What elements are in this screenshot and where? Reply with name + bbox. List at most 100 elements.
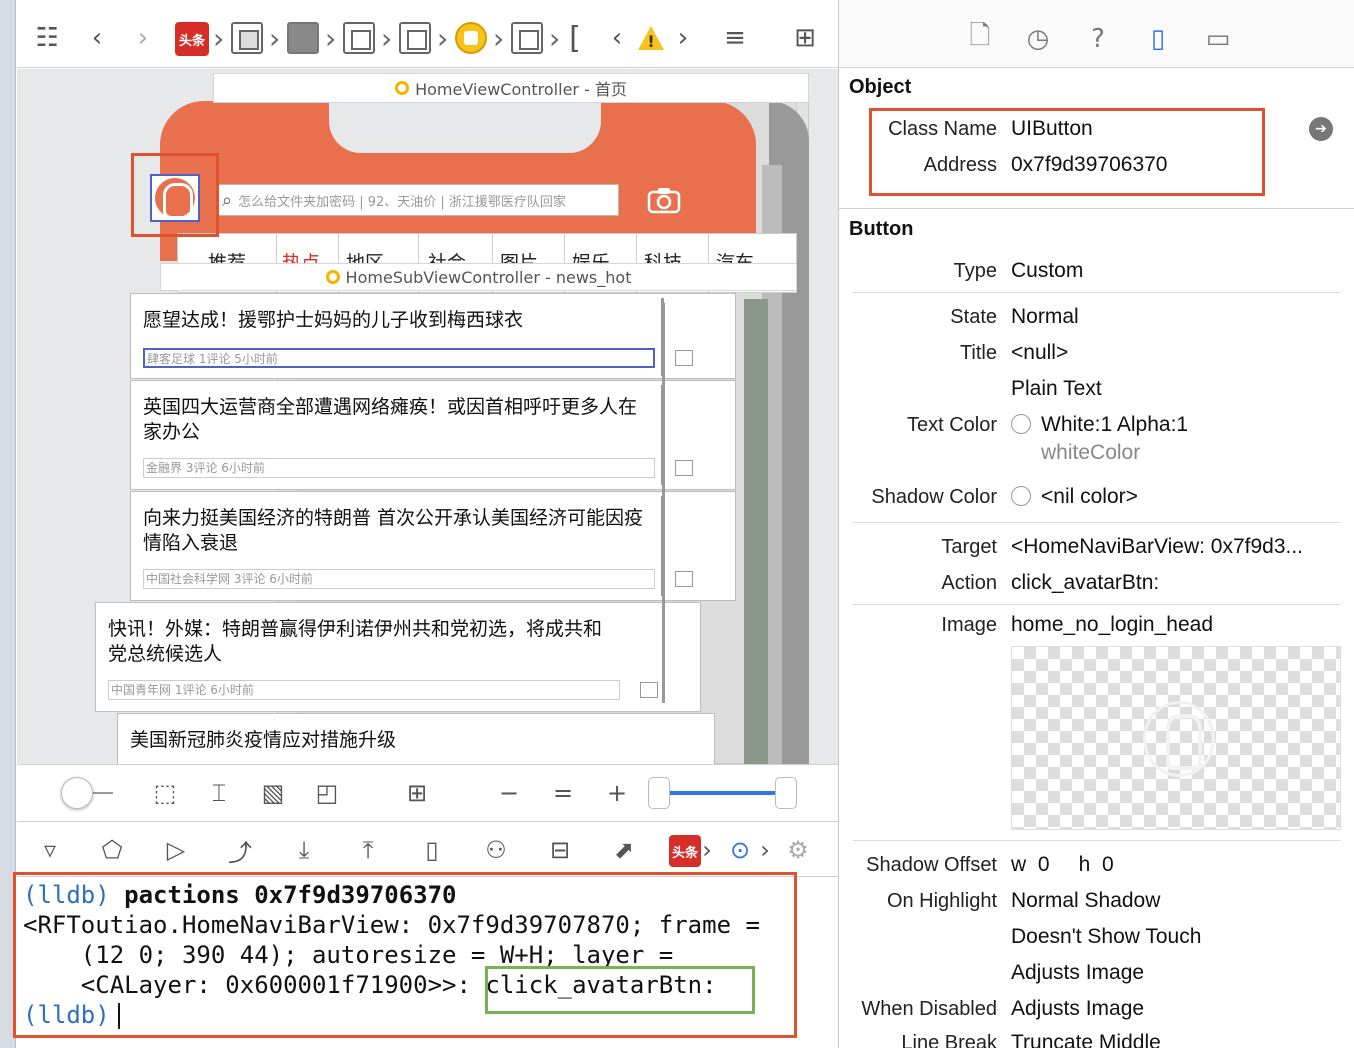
size-inspector-icon[interactable]: ▭ xyxy=(1201,22,1235,56)
warning-icon[interactable]: ! xyxy=(633,20,669,56)
add-editor-icon[interactable]: ⊞ xyxy=(787,20,823,56)
news-cell[interactable]: 英国四大运营商全部遭遇网络瘫痪！或因首相呼吁更多人在 家办公 金融界 3评论 6… xyxy=(130,380,736,490)
search-bar[interactable]: ⌕ 怎么给文件夹加密码 | 92、天油价 | 浙江援鄂医疗队回家 xyxy=(217,184,619,216)
document-items-icon[interactable]: ≡ xyxy=(717,20,753,56)
console-text: <CALayer: 0x600001f71900>>: xyxy=(23,971,486,999)
crumb-separator-icon: › xyxy=(325,21,337,55)
crumb-separator-icon: › xyxy=(760,836,770,864)
crumb-view-controller-icon[interactable] xyxy=(455,22,487,54)
debug-view-hierarchy-icon[interactable]: ▯ xyxy=(415,834,449,866)
object-inspector-icon[interactable]: ▯ xyxy=(1141,22,1175,56)
news-cell[interactable]: 向来力挺美国经济的特朗普 首次公开承认美国经济可能因疫 情陷入衰退 中国社会科学… xyxy=(130,491,736,601)
forward-chevron-icon[interactable]: › xyxy=(125,20,161,56)
show-clipped-icon[interactable]: ⬚ xyxy=(149,777,181,809)
state-value: Normal xyxy=(1011,305,1079,328)
news-cell[interactable]: 美国新冠肺炎疫情应对措施升级 xyxy=(117,713,715,764)
dislike-button[interactable] xyxy=(640,682,658,698)
crumb-separator-icon: › xyxy=(269,21,281,55)
app-icon[interactable]: 头条 xyxy=(175,22,209,56)
address-value: 0x7f9d39706370 xyxy=(1011,153,1168,176)
simulate-location-icon[interactable]: ⬈ xyxy=(607,834,641,866)
news-title: 英国四大运营商全部遭遇网络瘫痪！或因首相呼吁更多人在 家办公 xyxy=(143,396,638,443)
section-divider xyxy=(839,208,1354,209)
zoom-out-icon[interactable]: − xyxy=(493,777,525,809)
frame-gear-icon[interactable]: ⚙ xyxy=(781,834,815,866)
file-inspector-icon[interactable]: 🗋 xyxy=(963,21,997,56)
range-slider-max-handle[interactable] xyxy=(775,777,797,809)
crumb-separator-icon: › xyxy=(437,21,449,55)
step-over-icon[interactable]: ⤴ xyxy=(223,834,257,867)
dislike-button[interactable] xyxy=(675,350,693,366)
image-value: home_no_login_head xyxy=(1011,613,1214,636)
view-controller-icon xyxy=(395,81,410,95)
news-meta: 中国青年网 1评论 6小时前 xyxy=(108,680,620,700)
news-title: 美国新冠肺炎疫情应对措施升级 xyxy=(130,729,397,751)
change-canvas-bg-icon[interactable]: ◰ xyxy=(311,777,343,809)
news-cell[interactable]: 快讯！外媒：特朗普赢得伊利诺伊州共和党初选，将成共和 党总统候选人 中国青年网 … xyxy=(95,303,701,712)
news-cell[interactable]: 愿望达成！援鄂护士妈妈的儿子收到梅西球衣 肆客足球 1评论 5小时前 xyxy=(130,293,736,379)
class-name-label: Class Name xyxy=(888,118,997,140)
actual-size-icon[interactable]: = xyxy=(547,777,579,809)
news-meta: 中国社会科学网 3评论 6小时前 xyxy=(143,569,655,589)
show-constraints-icon[interactable]: ⌶ xyxy=(203,777,235,809)
crumb-view-icon[interactable] xyxy=(343,22,375,54)
home-vc-label: HomeViewController - 首页 xyxy=(213,73,809,103)
crumb-view-icon[interactable] xyxy=(287,22,319,54)
row-divider xyxy=(853,292,1341,293)
layer-content-strip[interactable] xyxy=(744,299,768,764)
lldb-console[interactable]: (lldb) pactions 0x7f9d39706370 <RFToutia… xyxy=(13,872,838,1048)
address-label: Address xyxy=(923,154,997,176)
crumb-view-icon[interactable] xyxy=(399,22,431,54)
text-color-value: White:1 Alpha:1 xyxy=(1011,413,1188,437)
camera-icon xyxy=(647,188,681,214)
next-issue-icon[interactable]: › xyxy=(665,20,701,56)
dislike-button[interactable] xyxy=(675,571,693,587)
crumb-truncated-icon[interactable]: [ xyxy=(557,20,593,56)
object-inspector: 🗋 ◷ ? ▯ ▭ Object Class Name UIButton ➔ A… xyxy=(838,0,1354,1048)
step-into-icon[interactable]: ⤓ xyxy=(287,834,321,866)
button-section-title: Button xyxy=(849,218,914,240)
orient-3d-icon[interactable]: ⊞ xyxy=(401,777,433,809)
crumb-window-icon[interactable] xyxy=(231,22,263,54)
range-slider-min-handle[interactable] xyxy=(648,777,670,809)
on-highlight-value-2: Doesn't Show Touch xyxy=(1011,925,1202,948)
app-icon[interactable]: 头条 xyxy=(669,835,701,867)
hide-debug-area-icon[interactable]: ▿ xyxy=(33,834,67,866)
shadow-offset-value: w 0 h 0 xyxy=(1011,853,1114,876)
environment-overrides-icon[interactable]: ⊟ xyxy=(543,834,577,866)
zoom-in-icon[interactable]: + xyxy=(601,777,633,809)
dislike-button[interactable] xyxy=(675,460,693,476)
continue-icon[interactable]: ▷ xyxy=(159,834,193,866)
spacing-slider-knob[interactable] xyxy=(61,777,93,809)
action-value: click_avatarBtn: xyxy=(1011,571,1160,594)
step-out-icon[interactable]: ⤒ xyxy=(351,834,385,866)
lldb-command: pactions 0x7f9d39706370 xyxy=(109,881,457,909)
nil-swatch-icon xyxy=(1011,486,1031,506)
breakpoints-toggle-icon[interactable]: ⬠ xyxy=(95,834,129,866)
thread-icon[interactable]: ⊙ xyxy=(723,834,757,866)
when-disabled-label: When Disabled xyxy=(861,998,997,1020)
line-break-label: Line Break xyxy=(901,1032,997,1048)
target-label: Target xyxy=(941,536,997,558)
warning-triangle-icon: ! xyxy=(638,26,664,51)
history-inspector-icon[interactable]: ◷ xyxy=(1021,22,1055,56)
related-items-icon[interactable]: ☷ xyxy=(29,20,65,56)
adjust-view-mode-icon[interactable]: ▧ xyxy=(257,777,289,809)
shadow-offset-label: Shadow Offset xyxy=(866,854,997,876)
xcode-window: ☷ ‹ › 头条 › › › › › › › [ ‹ ! › ≡ ⊞ HomeV… xyxy=(0,0,1354,1048)
previous-issue-icon[interactable]: ‹ xyxy=(599,20,635,56)
sub-vc-label: HomeSubViewController - news_hot xyxy=(160,263,797,291)
quick-help-icon[interactable]: ? xyxy=(1081,22,1115,56)
shadow-color-value: <nil color> xyxy=(1011,485,1138,509)
crumb-view-icon[interactable] xyxy=(511,22,543,54)
crumb-separator-icon: › xyxy=(213,21,225,55)
image-label: Image xyxy=(941,614,997,636)
white-swatch-icon xyxy=(1011,414,1031,434)
view-hierarchy-canvas[interactable]: HomeViewController - 首页 ⌕ 怎么给文件夹加密码 | 92… xyxy=(17,69,838,764)
memory-graph-icon[interactable]: ⚇ xyxy=(479,834,513,866)
jump-bar: ☷ ‹ › 头条 › › › › › › › [ ‹ ! › ≡ ⊞ xyxy=(17,0,838,68)
camera-button[interactable] xyxy=(645,184,683,216)
back-chevron-icon[interactable]: ‹ xyxy=(79,20,115,56)
go-to-arrow-icon[interactable]: ➔ xyxy=(1309,117,1333,141)
search-icon: ⌕ xyxy=(222,189,233,211)
